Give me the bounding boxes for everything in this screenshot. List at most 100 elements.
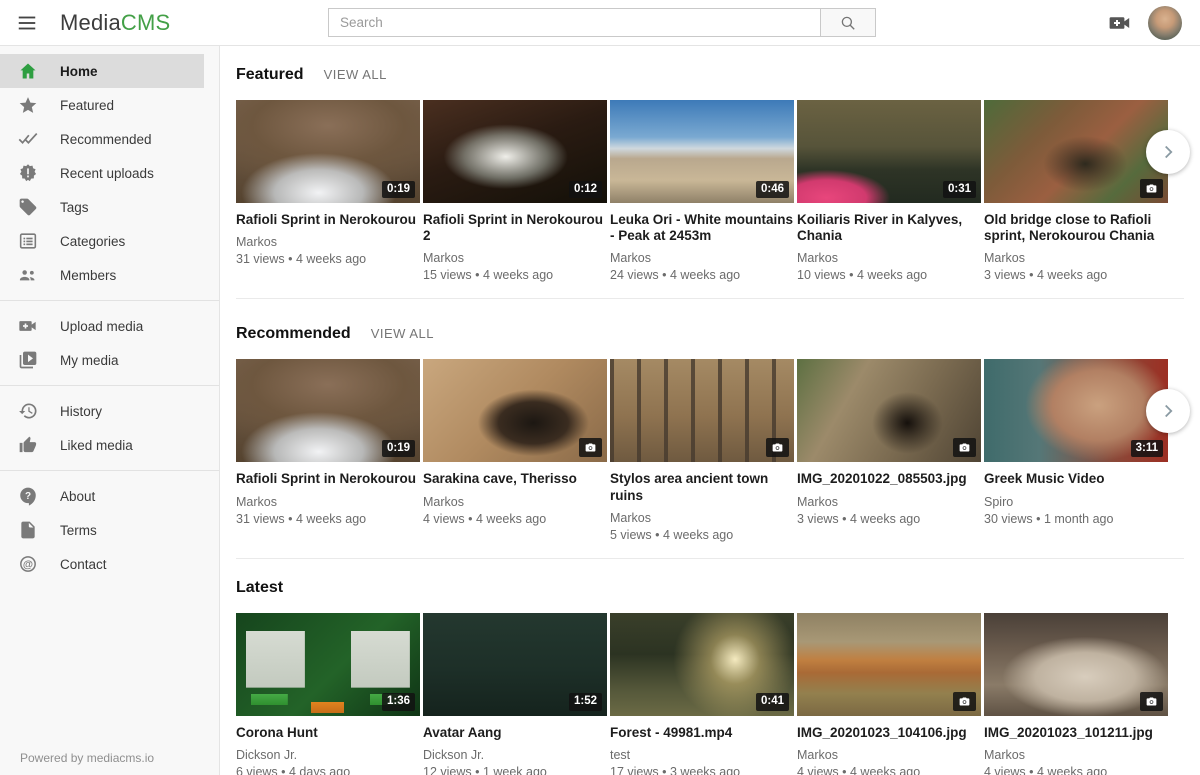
media-thumbnail[interactable] (797, 613, 981, 716)
media-author[interactable]: Markos (797, 251, 981, 265)
mediacms-logo[interactable]: MediaCMS (60, 10, 170, 36)
sidebar-item-my-media[interactable]: My media (0, 343, 204, 377)
search-icon (839, 14, 857, 32)
photo-badge (1140, 179, 1163, 198)
sidebar-item-categories[interactable]: Categories (0, 224, 204, 258)
sidebar-item-contact[interactable]: @ Contact (0, 547, 204, 581)
carousel-next-button[interactable] (1146, 130, 1190, 174)
media-thumbnail[interactable]: 0:12 (423, 100, 607, 203)
media-card[interactable]: 0:12 Rafioli Sprint in Nerokourou 2 Mark… (423, 100, 607, 282)
photo-badge (953, 438, 976, 457)
media-author[interactable]: Dickson Jr. (423, 748, 607, 762)
media-thumbnail[interactable]: 0:46 (610, 100, 794, 203)
sidebar-item-history[interactable]: History (0, 394, 204, 428)
media-author[interactable]: Markos (423, 495, 607, 509)
media-thumbnail[interactable] (797, 359, 981, 462)
sidebar-item-home[interactable]: Home (0, 54, 204, 88)
media-title[interactable]: Leuka Ori - White mountains - Peak at 24… (610, 212, 794, 244)
sidebar-item-tags[interactable]: Tags (0, 190, 204, 224)
media-author[interactable]: Dickson Jr. (236, 748, 420, 762)
media-section: Recommended VIEW ALL 0:19 Rafioli Sprint… (236, 299, 1184, 558)
search-input[interactable] (328, 8, 821, 37)
camera-icon (1145, 182, 1158, 195)
media-thumbnail[interactable]: 0:19 (236, 359, 420, 462)
media-author[interactable]: Markos (236, 495, 420, 509)
media-thumbnail[interactable] (610, 359, 794, 462)
sidebar-item-members[interactable]: Members (0, 258, 204, 292)
media-title[interactable]: Stylos area ancient town ruins (610, 471, 794, 503)
sidebar-item-recommended[interactable]: Recommended (0, 122, 204, 156)
media-title[interactable]: Forest - 49981.mp4 (610, 725, 794, 741)
media-thumbnail[interactable]: 0:19 (236, 100, 420, 203)
media-card[interactable]: 3:11 Greek Music Video Spiro 30 views • … (984, 359, 1168, 541)
media-title[interactable]: Koiliaris River in Kalyves, Chania (797, 212, 981, 244)
user-avatar[interactable] (1148, 6, 1182, 40)
media-author[interactable]: Markos (984, 748, 1168, 762)
media-author[interactable]: Markos (984, 251, 1168, 265)
upload-media-button[interactable] (1108, 11, 1132, 35)
media-title[interactable]: IMG_20201022_085503.jpg (797, 471, 981, 487)
media-title[interactable]: Rafioli Sprint in Nerokourou (236, 212, 420, 228)
camera-icon (1145, 695, 1158, 708)
media-thumbnail[interactable]: 0:31 (797, 100, 981, 203)
media-author[interactable]: Markos (797, 495, 981, 509)
media-author[interactable]: Markos (610, 251, 794, 265)
sidebar-item-recent-uploads[interactable]: Recent uploads (0, 156, 204, 190)
photo-badge (766, 438, 789, 457)
media-title[interactable]: IMG_20201023_101211.jpg (984, 725, 1168, 741)
media-title[interactable]: Sarakina cave, Therisso (423, 471, 607, 487)
media-card[interactable]: 1:36 Corona Hunt Dickson Jr. 6 views • 4… (236, 613, 420, 775)
media-author[interactable]: Spiro (984, 495, 1168, 509)
sidebar-item-about[interactable]: ? About (0, 479, 204, 513)
media-title[interactable]: IMG_20201023_104106.jpg (797, 725, 981, 741)
sidebar-item-terms[interactable]: Terms (0, 513, 204, 547)
sidebar-item-label: About (60, 489, 95, 504)
chevron-right-icon (1157, 141, 1179, 163)
media-card[interactable]: 1:52 Avatar Aang Dickson Jr. 12 views • … (423, 613, 607, 775)
powered-by-link[interactable]: Powered by mediacms.io (20, 751, 154, 765)
duration-badge: 3:11 (1131, 440, 1163, 458)
media-card[interactable]: 0:46 Leuka Ori - White mountains - Peak … (610, 100, 794, 282)
help-bubble-icon: ? (18, 486, 38, 506)
media-thumbnail[interactable]: 3:11 (984, 359, 1168, 462)
media-card[interactable]: Old bridge close to Rafioli sprint, Nero… (984, 100, 1168, 282)
media-card[interactable]: IMG_20201022_085503.jpg Markos 3 views •… (797, 359, 981, 541)
media-meta: 31 views • 4 weeks ago (236, 252, 420, 266)
media-author[interactable]: Markos (797, 748, 981, 762)
media-card[interactable]: 0:41 Forest - 49981.mp4 test 17 views • … (610, 613, 794, 775)
sidebar-item-featured[interactable]: Featured (0, 88, 204, 122)
media-thumbnail[interactable] (423, 359, 607, 462)
media-author[interactable]: test (610, 748, 794, 762)
media-title[interactable]: Old bridge close to Rafioli sprint, Nero… (984, 212, 1168, 244)
media-author[interactable]: Markos (423, 251, 607, 265)
media-card[interactable]: IMG_20201023_101211.jpg Markos 4 views •… (984, 613, 1168, 775)
media-card[interactable]: Sarakina cave, Therisso Markos 4 views •… (423, 359, 607, 541)
section-header: Featured VIEW ALL (236, 66, 1184, 84)
media-card[interactable]: 0:19 Rafioli Sprint in Nerokourou Markos… (236, 100, 420, 282)
sidebar-item-label: Recommended (60, 132, 152, 147)
media-title[interactable]: Avatar Aang (423, 725, 607, 741)
media-thumbnail[interactable]: 1:52 (423, 613, 607, 716)
media-author[interactable]: Markos (610, 511, 794, 525)
sidebar-item-upload-media[interactable]: Upload media (0, 309, 204, 343)
menu-button[interactable] (6, 0, 48, 46)
media-title[interactable]: Rafioli Sprint in Nerokourou (236, 471, 420, 487)
media-card[interactable]: 0:31 Koiliaris River in Kalyves, Chania … (797, 100, 981, 282)
media-card[interactable]: 0:19 Rafioli Sprint in Nerokourou Markos… (236, 359, 420, 541)
media-title[interactable]: Rafioli Sprint in Nerokourou 2 (423, 212, 607, 244)
media-title[interactable]: Greek Music Video (984, 471, 1168, 487)
media-title[interactable]: Corona Hunt (236, 725, 420, 741)
view-all-link[interactable]: VIEW ALL (371, 326, 434, 341)
sidebar-item-liked-media[interactable]: Liked media (0, 428, 204, 462)
media-card[interactable]: Stylos area ancient town ruins Markos 5 … (610, 359, 794, 541)
view-all-link[interactable]: VIEW ALL (324, 67, 387, 82)
sidebar-item-label: Recent uploads (60, 166, 154, 181)
media-author[interactable]: Markos (236, 235, 420, 249)
media-thumbnail[interactable]: 0:41 (610, 613, 794, 716)
media-thumbnail[interactable] (984, 100, 1168, 203)
done-all-icon (18, 129, 38, 149)
media-thumbnail[interactable]: 1:36 (236, 613, 420, 716)
search-button[interactable] (821, 8, 876, 37)
media-thumbnail[interactable] (984, 613, 1168, 716)
media-card[interactable]: IMG_20201023_104106.jpg Markos 4 views •… (797, 613, 981, 775)
